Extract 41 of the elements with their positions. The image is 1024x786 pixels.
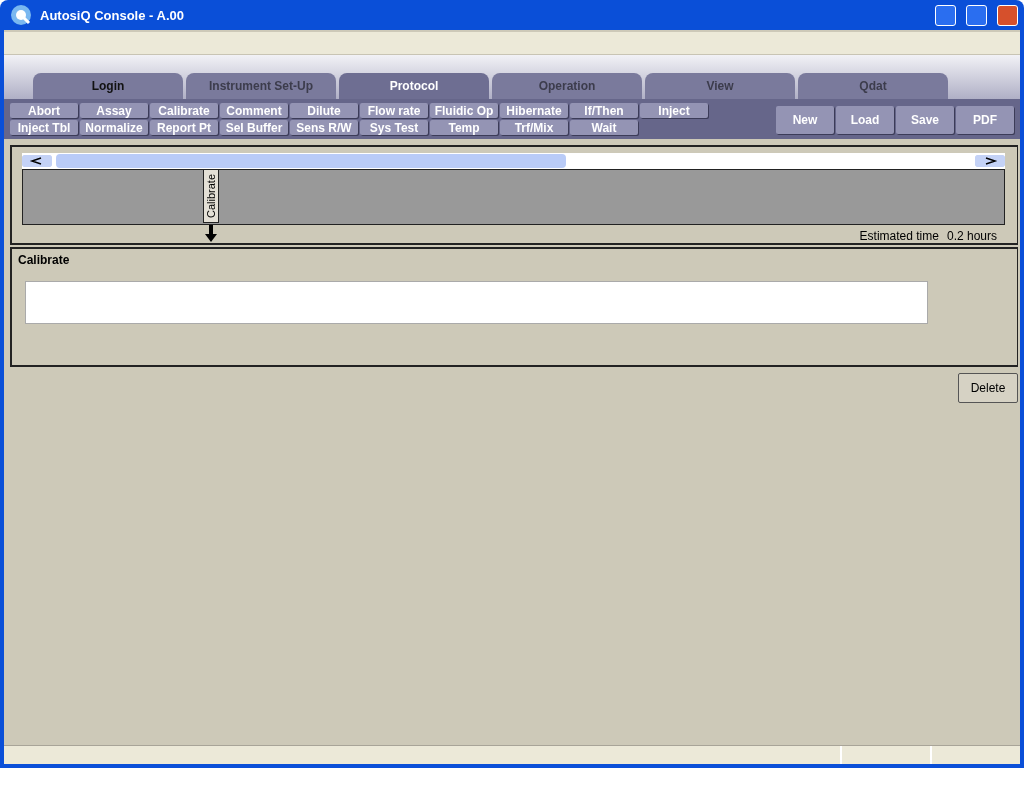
step-title: Calibrate [18, 253, 71, 267]
step-button[interactable]: Trf/Mix [500, 120, 568, 135]
step-button[interactable]: Wait [570, 120, 638, 135]
step-input-field[interactable] [25, 281, 928, 324]
step-button[interactable]: Dilute [290, 103, 358, 118]
down-arrow-icon [204, 225, 218, 242]
estimate-value: 0.2 hours [946, 229, 997, 243]
estimate-label: Estimated time [859, 229, 939, 243]
window-title: AutosiQ Console - A.00 [40, 7, 185, 23]
step-button[interactable]: Normalize [80, 120, 148, 135]
step-button[interactable]: Sys Test [360, 120, 428, 135]
step-button[interactable]: Report Pt [150, 120, 218, 135]
close-button[interactable] [997, 4, 1018, 26]
file-button[interactable]: Load [836, 106, 894, 134]
step-button[interactable]: If/Then [570, 103, 638, 118]
step-button[interactable]: Temp [430, 120, 498, 135]
step-button[interactable]: Sel Buffer [220, 120, 288, 135]
timeline-step[interactable]: Calibrate [203, 170, 219, 223]
minimize-button[interactable] [935, 4, 956, 26]
file-button[interactable]: Save [896, 106, 954, 134]
app-logo-icon [10, 4, 32, 26]
step-button[interactable]: Hibernate [500, 103, 568, 118]
maximize-button[interactable] [966, 4, 987, 26]
step-button[interactable]: Inject Tbl [10, 120, 78, 135]
scroll-thumb[interactable] [56, 154, 566, 168]
scrollbar[interactable] [22, 153, 1005, 169]
tab[interactable]: Login [33, 73, 183, 99]
step-button[interactable]: Comment [220, 103, 288, 118]
scroll-left-icon[interactable] [22, 155, 52, 167]
scroll-right-icon[interactable] [975, 155, 1005, 167]
file-button[interactable]: New [776, 106, 834, 134]
step-button[interactable]: Calibrate [150, 103, 218, 118]
tab[interactable]: Protocol [339, 73, 489, 99]
file-button[interactable]: PDF [956, 106, 1014, 134]
step-button[interactable]: Inject [640, 103, 708, 118]
step-button[interactable]: Abort [10, 103, 78, 118]
step-button[interactable]: Assay [80, 103, 148, 118]
delete-button[interactable]: Delete [958, 373, 1018, 403]
step-button[interactable]: Fluidic Op [430, 103, 498, 118]
step-button[interactable]: Flow rate [360, 103, 428, 118]
step-button[interactable]: Sens R/W [290, 120, 358, 135]
